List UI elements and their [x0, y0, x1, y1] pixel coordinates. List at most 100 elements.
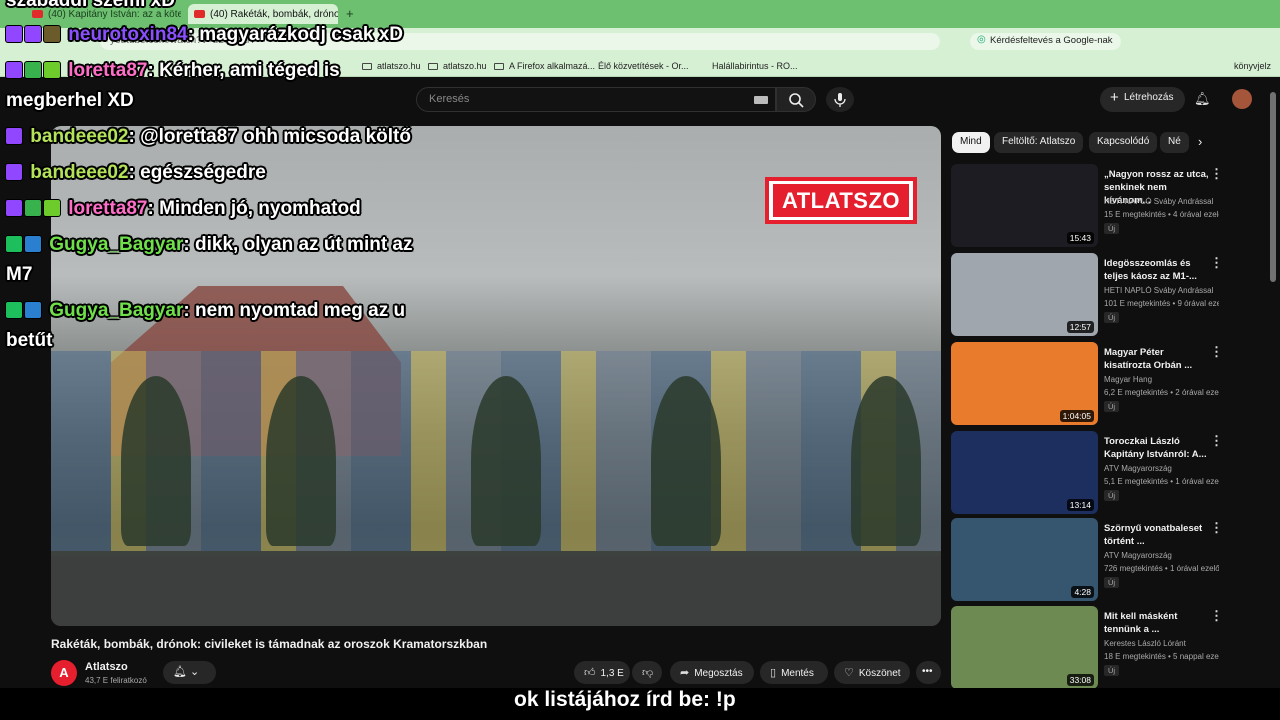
subscriber-count: 43,7 E feliratkozó: [85, 676, 147, 685]
recommendation-thumbnail[interactable]: 4:28: [951, 518, 1098, 601]
duration-badge: 1:04:05: [1059, 410, 1094, 422]
chat-message: : dikk, olyan az út mint az: [183, 234, 413, 255]
thanks-button[interactable]: ♡ Köszönet: [834, 661, 910, 684]
chip-more[interactable]: Né: [1160, 132, 1189, 153]
more-vertical-icon[interactable]: ⋮: [1210, 344, 1223, 360]
chat-message: : magyarázkodj csak xD: [187, 24, 404, 45]
recommendation-thumbnail[interactable]: 33:08: [951, 606, 1098, 689]
ask-google-chip[interactable]: Kérdésfeltevés a Google-nak: [970, 33, 1121, 50]
browser-tab-active[interactable]: (40) Rakéták, bombák, drónok: c ✕: [188, 4, 338, 24]
new-tab-icon[interactable]: +: [346, 6, 354, 21]
twitch-badge-icon: [6, 128, 22, 144]
chip-related[interactable]: Kapcsolódó: [1089, 132, 1158, 153]
chat-username: neurotoxin84: [68, 24, 188, 45]
folder-icon: [428, 63, 438, 70]
chat-username: loretta87: [68, 60, 148, 81]
chat-line: bandeee02: @loretta87 ohh micsoda költő: [6, 126, 411, 148]
recommendation-title[interactable]: Toroczkai László Kapitány Istvánról: A..…: [1104, 435, 1209, 461]
check-badge-icon: [25, 200, 41, 216]
notification-settings-button[interactable]: 🔔︎ ⌄: [163, 661, 216, 684]
chat-line: neurotoxin84: magyarázkodj csak xD: [6, 24, 403, 46]
chip-all[interactable]: Mind: [952, 132, 990, 153]
channel-avatar[interactable]: A: [51, 660, 77, 686]
like-button[interactable]: 👍︎ 1,3 E: [574, 661, 630, 684]
recommendation-thumbnail[interactable]: 13:14: [951, 431, 1098, 514]
recommendation-channel[interactable]: Magyar Hang: [1104, 375, 1219, 384]
recommendation-meta: 6,2 E megtekintés • 2 órával ezelőtt: [1104, 388, 1219, 397]
recommendation-item[interactable]: 12:57 Idegösszeomlás és teljes káosz az …: [951, 253, 1223, 336]
chat-message: : egészségedre: [128, 162, 266, 183]
bookmark[interactable]: Élő közvetítések - Or...: [598, 61, 689, 71]
sidebar-scrollbar[interactable]: [1270, 92, 1276, 282]
recommendation-meta: 15 E megtekintés • 4 órával ezelőtt: [1104, 210, 1219, 219]
user-avatar[interactable]: [1232, 89, 1252, 109]
thumbs-up-icon: 👍︎: [584, 667, 596, 679]
share-button[interactable]: ➦ Megosztás: [670, 661, 754, 684]
recommendation-channel[interactable]: HETI NAPLÓ Sváby Andrással: [1104, 197, 1219, 206]
recommendation-item[interactable]: 33:08 Mit kell másként tennünk a ... Ker…: [951, 606, 1223, 689]
chat-message: : @loretta87 ohh micsoda költő: [128, 126, 411, 147]
arrow-badge-icon: [25, 236, 41, 252]
chat-line: megberhel XD: [6, 90, 134, 111]
recommendation-channel[interactable]: ATV Magyarország: [1104, 464, 1219, 473]
heart-icon: ♡: [844, 667, 854, 679]
bookmark-folder[interactable]: A Firefox alkalmazá...: [494, 61, 595, 71]
star-badge-icon: [25, 26, 41, 42]
recommendation-thumbnail[interactable]: 15:43: [951, 164, 1098, 247]
chat-line: betűt: [6, 330, 53, 351]
search-icon: [789, 93, 804, 108]
bookmark[interactable]: könyvjelz: [1234, 61, 1271, 71]
recommendation-thumbnail[interactable]: 1:04:05: [951, 342, 1098, 425]
bookmark-folder[interactable]: atlatszo.hu: [362, 61, 421, 71]
recommendation-thumbnail[interactable]: 12:57: [951, 253, 1098, 336]
video-frame-tree: [266, 376, 336, 546]
voice-search-button[interactable]: [826, 87, 854, 112]
recommendation-title[interactable]: Magyar Péter kisatírozta Orbán ...: [1104, 346, 1209, 372]
more-vertical-icon[interactable]: ⋮: [1210, 433, 1223, 449]
more-icon: •••: [922, 666, 933, 677]
folder-icon: [362, 63, 372, 70]
search-button[interactable]: [776, 87, 816, 112]
tab-label: (40) Rakéták, bombák, drónok: c: [210, 8, 338, 20]
create-button[interactable]: Létrehozás: [1100, 87, 1186, 112]
chat-line: Gugya_Bagyar: nem nyomtad meg az u: [6, 300, 405, 322]
recommendation-item[interactable]: 15:43 „Nagyon rossz az utca, senkinek ne…: [951, 164, 1223, 247]
more-vertical-icon[interactable]: ⋮: [1210, 608, 1223, 624]
recommendation-channel[interactable]: ATV Magyarország: [1104, 551, 1219, 560]
new-badge: Új: [1104, 312, 1120, 323]
video-frame-tree: [651, 376, 721, 546]
recommendation-title[interactable]: Idegösszeomlás és teljes káosz az M1-...: [1104, 257, 1209, 283]
more-vertical-icon[interactable]: ⋮: [1210, 166, 1223, 182]
chip-uploader[interactable]: Feltöltő: Atlatszo: [994, 132, 1084, 153]
video-frame-tree: [851, 376, 921, 546]
twitch-badge-icon: [6, 164, 22, 180]
save-button[interactable]: ▯ Mentés: [760, 661, 828, 684]
recommendation-channel[interactable]: Kerestes László Lóránt: [1104, 639, 1219, 648]
recommendation-channel[interactable]: HETI NAPLÓ Sváby Andrással: [1104, 286, 1219, 295]
new-badge: Új: [1104, 223, 1120, 234]
duration-badge: 12:57: [1066, 321, 1094, 333]
recommendation-item[interactable]: 4:28 Szörnyű vonatbaleset történt ... AT…: [951, 518, 1223, 601]
video-frame-road: [51, 556, 941, 626]
emote-badge-icon: [44, 62, 60, 78]
recommendation-item[interactable]: 1:04:05 Magyar Péter kisatírozta Orbán .…: [951, 342, 1223, 425]
recommendation-item[interactable]: 13:14 Toroczkai László Kapitány Istvánró…: [951, 431, 1223, 514]
channel-name[interactable]: Atlatszo: [85, 661, 128, 673]
more-actions-button[interactable]: •••: [916, 661, 941, 684]
kick-badge-icon: [6, 236, 22, 252]
bookmark-folder[interactable]: atlatszo.hu: [428, 61, 487, 71]
more-vertical-icon[interactable]: ⋮: [1210, 255, 1223, 271]
chat-line: Gugya_Bagyar: dikk, olyan az út mint az: [6, 234, 413, 256]
more-vertical-icon[interactable]: ⋮: [1210, 520, 1223, 536]
video-frame-tree: [471, 376, 541, 546]
bookmark[interactable]: Halállabirintus - RO...: [712, 61, 798, 71]
chat-username: bandeee02: [30, 126, 129, 147]
recommendation-title[interactable]: Szörnyű vonatbaleset történt ...: [1104, 522, 1209, 548]
notifications-bell-icon[interactable]: 🔔︎: [1194, 91, 1211, 107]
twitch-badge-icon: [6, 26, 22, 42]
recommendation-title[interactable]: Mit kell másként tennünk a ...: [1104, 610, 1209, 636]
dislike-button[interactable]: 👎︎: [632, 661, 662, 684]
chevron-right-icon[interactable]: ›: [1198, 134, 1202, 149]
search-input[interactable]: Keresés: [416, 87, 776, 112]
keyboard-icon[interactable]: [754, 96, 768, 104]
